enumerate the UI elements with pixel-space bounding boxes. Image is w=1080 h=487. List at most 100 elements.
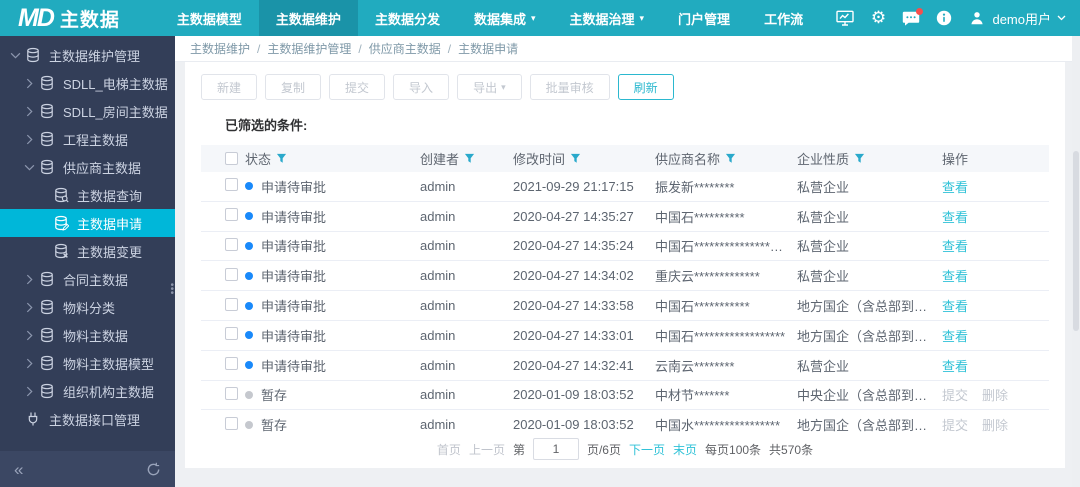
sidebar-item-10[interactable]: 物料主数据 [0,321,175,349]
cell-modified-time: 2020-01-09 18:03:52 [513,417,634,432]
row-checkbox[interactable] [225,178,238,192]
row-checkbox[interactable] [225,386,238,400]
app-logo[interactable]: MD 主数据 [18,4,120,33]
row-checkbox[interactable] [225,327,238,341]
row-checkbox[interactable] [225,267,238,281]
breadcrumb-item-3[interactable]: 主数据申请 [458,40,518,57]
splitter-handle[interactable]: • • • [170,281,174,299]
tree-expand-icon[interactable] [22,274,36,285]
submit-link[interactable]: 提交 [942,388,968,403]
filter-icon[interactable] [464,153,475,164]
refresh-button[interactable]: 刷新 [617,74,674,100]
breadcrumb-item-2[interactable]: 供应商主数据 [369,40,441,57]
tree-expand-icon[interactable] [22,386,36,397]
sidebar-item-0[interactable]: 主数据维护管理 [0,41,175,69]
nav-item-0[interactable]: 主数据模型 [160,0,259,36]
user-menu[interactable]: demo用户 [968,9,1066,28]
nav-item-2[interactable]: 主数据分发 [358,0,457,36]
breadcrumb-item-1[interactable]: 主数据维护管理 [267,40,351,57]
nav-item-1[interactable]: 主数据维护 [258,0,358,36]
create-button[interactable]: 新建 [201,74,258,100]
view-link[interactable]: 查看 [942,269,968,284]
main-nav: 主数据模型 主数据维护 主数据分发 数据集成 ▾ 主数据治理 ▾ 门户管理 工作流 [160,0,820,36]
tree-expand-icon[interactable] [22,330,36,341]
filter-icon[interactable] [854,153,865,164]
filter-icon[interactable] [570,153,581,164]
nav-item-5[interactable]: 门户管理 [661,0,747,36]
batch-review-button[interactable]: 批量审核 [529,74,610,100]
nav-item-4[interactable]: 主数据治理 ▾ [553,0,662,36]
sidebar-item-12[interactable]: 组织机构主数据 [0,377,175,405]
last-page-link[interactable]: 末页 [673,441,697,458]
cell-supplier-name: 振发新******** [655,179,735,195]
select-all-checkbox[interactable] [225,152,238,165]
message-badge [916,7,924,15]
tree-expand-icon[interactable] [22,162,36,173]
tree-expand-icon[interactable] [22,134,36,145]
submit-link[interactable]: 提交 [942,418,968,432]
sidebar-item-4[interactable]: 供应商主数据 [0,153,175,181]
cell-enterprise-nature: 私营企业 [797,239,850,255]
message-icon[interactable] [902,7,924,27]
cell-modified-time: 2020-04-27 14:33:01 [513,327,634,343]
cell-enterprise-nature: 私营企业 [797,358,850,374]
sidebar-item-6[interactable]: 主数据申请 [0,209,175,237]
sidebar-item-7[interactable]: 主数据变更 [0,237,175,265]
view-link[interactable]: 查看 [942,180,968,195]
sidebar-item-8[interactable]: 合同主数据 [0,265,175,293]
scrollbar-thumb[interactable] [1073,151,1079,331]
tree-expand-icon[interactable] [22,302,36,313]
view-link[interactable]: 查看 [942,210,968,225]
page-scrollbar[interactable] [1072,36,1080,487]
submit-button[interactable]: 提交 [329,74,386,100]
tree-expand-icon[interactable] [22,106,36,117]
export-button[interactable]: 导出 ▾ [457,74,522,100]
delete-link[interactable]: 删除 [982,418,1008,432]
table-row: 申请待审批 admin 2020-04-27 14:35:27 中国石********… [201,202,1049,232]
row-checkbox[interactable] [225,416,238,430]
gear-icon[interactable]: ⚙ [869,8,887,27]
filter-icon[interactable] [725,153,736,164]
filter-icon[interactable] [276,153,287,164]
view-link[interactable]: 查看 [942,359,968,374]
row-checkbox[interactable] [225,208,238,222]
info-icon[interactable] [935,10,953,27]
row-checkbox[interactable] [225,297,238,311]
sidebar-item-1[interactable]: SDLL_电梯主数据 [0,69,175,97]
view-link[interactable]: 查看 [942,329,968,344]
collapse-sidebar-icon[interactable]: « [14,461,23,478]
nav-item-3[interactable]: 数据集成 ▾ [457,0,553,36]
sidebar-item-5[interactable]: 主数据查询 [0,181,175,209]
cell-supplier-name: 云南云******** [655,358,735,374]
cell-actions: 查看 [942,326,1049,345]
tree-expand-icon[interactable] [8,50,22,61]
import-button[interactable]: 导入 [393,74,450,100]
dashboard-icon[interactable] [836,10,855,27]
cell-enterprise-nature: 私营企业 [797,269,850,285]
column-header-2: 修改时间 [513,149,655,168]
cell-creator: admin [420,357,456,373]
row-checkbox[interactable] [225,237,238,251]
sidebar-item-9[interactable]: 物料分类 [0,293,175,321]
sidebar-item-2[interactable]: SDLL_房间主数据 [0,97,175,125]
sidebar-item-11[interactable]: 物料主数据模型 [0,349,175,377]
nav-item-6[interactable]: 工作流 [747,0,820,36]
reload-tree-icon[interactable] [146,462,161,477]
sidebar-item-13[interactable]: 主数据接口管理 [0,405,175,433]
copy-button[interactable]: 复制 [265,74,322,100]
sidebar-item-3[interactable]: 工程主数据 [0,125,175,153]
tree-expand-icon[interactable] [22,358,36,369]
row-checkbox[interactable] [225,357,238,371]
page-number-input[interactable] [532,438,579,460]
sidebar-tree: 主数据维护管理 SDLL_电梯主数据 SDLL_房间主数据 工程主数据 供应商主数据 主数… [0,36,175,451]
first-page-link[interactable]: 首页 [437,441,461,458]
table-row: 暂存 admin 2020-01-09 18:03:52 中国水***********… [201,410,1049,432]
tree-expand-icon[interactable] [22,78,36,89]
view-link[interactable]: 查看 [942,299,968,314]
prev-page-link[interactable]: 上一页 [469,441,505,458]
cell-actions: 查看 [942,236,1049,255]
delete-link[interactable]: 删除 [982,388,1008,403]
breadcrumb-item-0[interactable]: 主数据维护 [190,40,250,57]
view-link[interactable]: 查看 [942,239,968,254]
next-page-link[interactable]: 下一页 [629,441,665,458]
